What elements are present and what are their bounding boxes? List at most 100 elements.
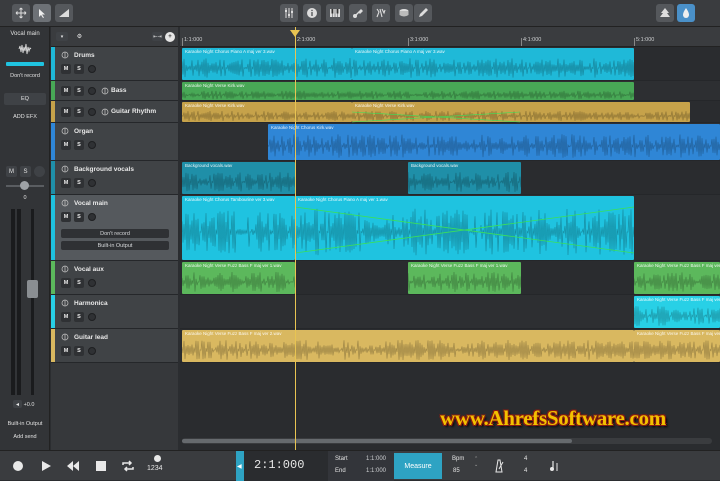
add-send-button[interactable]: Add send [0,434,50,440]
track-record-button[interactable] [88,108,96,116]
track-header[interactable]: Organ M S [51,123,178,161]
track-mute-button[interactable]: M [61,86,71,96]
track-solo-button[interactable]: S [74,86,84,96]
gear-icon[interactable]: ⚙ [75,32,84,41]
track-record-button[interactable] [88,141,96,149]
track-solo-button[interactable]: S [74,64,84,74]
horizontal-scroll-thumb[interactable] [182,439,572,443]
track-header[interactable]: Background vocals M S [51,161,178,195]
track-mute-button[interactable]: M [61,178,71,188]
track-record-button[interactable] [88,87,96,95]
move-icon[interactable] [12,4,30,22]
record-mode-label[interactable]: Don't record [0,73,50,79]
start-value[interactable]: 1:1:000 [366,456,386,462]
pan-knob[interactable] [20,181,29,190]
inspector-solo-button[interactable]: S [20,166,31,177]
bpm-stepper-icon[interactable]: ⌃ ⌄ [474,456,478,468]
track-mute-button[interactable]: M [61,278,71,288]
tempo-control[interactable]: Bpm 85 ⌃ ⌄ [444,451,488,481]
end-value[interactable]: 1:1:000 [366,468,386,474]
tuner-icon[interactable] [545,457,563,475]
play-button[interactable] [37,457,55,475]
track-solo-button[interactable]: S [74,178,84,188]
track-solo-button[interactable]: S [74,278,84,288]
track-mute-button[interactable]: M [61,312,71,322]
level-meter-right [17,209,21,395]
track-solo-button[interactable]: S [74,107,84,117]
collapse-icon[interactable]: ▾ [56,32,68,41]
track-header[interactable]: Drums M S [51,47,178,81]
fit-tracks-icon[interactable]: ⇤⇥ [152,32,163,41]
volume-fader[interactable] [27,280,38,298]
track-name: Guitar Rhythm [111,108,157,115]
arrangement-view[interactable]: 1:1:000 2:1:000 3:1:000 4:1:000 5:1:000 … [180,27,720,450]
track-header[interactable]: Bass M S [51,81,178,101]
track-instrument-icon [61,265,69,273]
track-record-button[interactable] [88,347,96,355]
automation-icon[interactable] [55,4,73,22]
track-record-button[interactable] [88,65,96,73]
watermark-text: www.AhrefsSoftware.com [440,406,666,430]
track-mute-button[interactable]: M [61,140,71,150]
track-header[interactable]: Vocal main M S Don't record Built-in Output [51,195,178,261]
drum-icon[interactable] [395,4,413,22]
track-color-strip [51,47,55,80]
track-output-button[interactable]: Built-in Output [61,241,169,250]
fx-icon[interactable] [372,4,390,22]
inspector-mute-button[interactable]: M [6,166,17,177]
metronome-dot-icon [154,455,161,462]
metronome-icon[interactable] [490,457,508,475]
add-track-button[interactable]: + [165,32,175,42]
count-in-label: 1234 [147,465,163,472]
tree-icon[interactable] [656,4,674,22]
track-name: Vocal main [74,200,108,207]
record-button[interactable] [9,457,27,475]
track-mute-button[interactable]: M [61,212,71,222]
track-record-button[interactable] [88,313,96,321]
count-in-toggle[interactable]: 1234 [146,455,170,477]
stop-button[interactable] [92,457,110,475]
track-solo-button[interactable]: S [74,312,84,322]
position-display[interactable]: ◀ 2:1:000 [236,451,328,481]
track-record-button[interactable] [88,179,96,187]
rewind-button[interactable] [64,457,82,475]
track-mute-button[interactable]: M [61,107,71,117]
eq-button[interactable]: EQ [4,93,46,105]
info-icon[interactable] [303,4,321,22]
loop-button[interactable] [119,457,137,475]
mixer-icon[interactable] [280,4,298,22]
measure-button[interactable]: Measure [394,453,442,479]
transport-bar: 1234 ◀ 2:1:000 Start 1:1:000 End 1:1:000… [0,450,720,481]
track-header[interactable]: Harmonica M S [51,295,178,329]
time-sig-bottom[interactable]: 4 [524,468,527,474]
track-name: Bass [111,87,127,94]
keyboard-icon[interactable] [326,4,344,22]
playhead-marker[interactable] [290,30,300,37]
horizontal-scrollbar[interactable] [182,438,712,444]
channel-inspector: Vocal main Don't record EQ ADD EFX M S 0… [0,27,50,450]
inspector-record-button[interactable] [34,166,45,177]
pointer-icon[interactable] [33,4,51,22]
track-solo-button[interactable]: S [74,212,84,222]
track-mute-button[interactable]: M [61,346,71,356]
bpm-value[interactable]: 85 [453,468,460,474]
track-instrument-icon [61,199,69,207]
settings-icon[interactable] [677,4,695,22]
track-header[interactable]: Guitar lead M S [51,329,178,363]
loop-range[interactable]: Start 1:1:000 End 1:1:000 [328,451,394,481]
time-sig-top[interactable]: 4 [524,456,527,462]
track-header[interactable]: Vocal aux M S [51,261,178,295]
pen-icon[interactable] [414,4,432,22]
track-mute-button[interactable]: M [61,64,71,74]
output-label[interactable]: Built-in Output [0,421,50,427]
track-solo-button[interactable]: S [74,140,84,150]
track-record-button[interactable] [88,279,96,287]
track-list: ▾ ⚙ ⇤⇥ + Drums M S Bass M S Guitar Rhythm M S Org… [51,27,178,450]
track-name: Guitar lead [74,334,108,341]
add-fx-button[interactable]: ADD EFX [0,114,50,120]
track-record-mode-button[interactable]: Don't record [61,229,169,238]
track-header[interactable]: Guitar Rhythm M S [51,101,178,123]
track-record-button[interactable] [88,213,96,221]
track-solo-button[interactable]: S [74,346,84,356]
instrument-icon[interactable] [349,4,367,22]
